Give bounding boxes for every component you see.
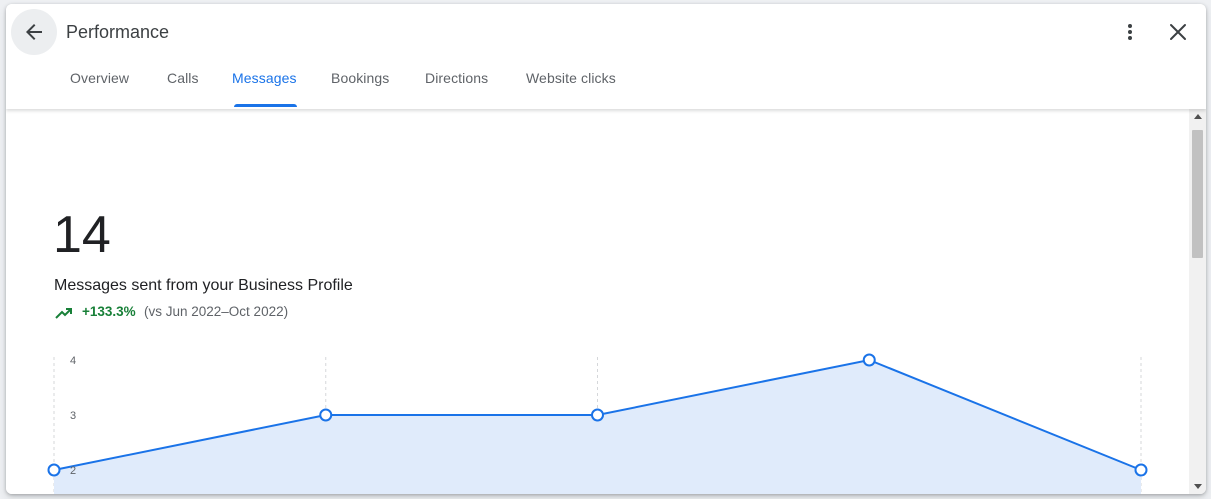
tab-overview[interactable]: Overview (70, 70, 129, 86)
chart-y-tick-label: 3 (70, 410, 76, 422)
metric-label: Messages sent from your Business Profile (54, 277, 353, 294)
chart-data-point (319, 408, 333, 422)
tab-calls[interactable]: Calls (167, 70, 199, 86)
dialog-title: Performance (66, 22, 170, 42)
chart-area-fill (54, 360, 1141, 494)
back-button[interactable] (11, 9, 57, 55)
more-options-button[interactable] (1116, 18, 1144, 46)
chart-data-point (862, 353, 876, 367)
close-button[interactable] (1164, 18, 1192, 46)
metric-value: 14 (53, 206, 111, 264)
chart-y-tick-label: 4 (70, 355, 76, 367)
vertical-scrollbar[interactable] (1189, 109, 1206, 494)
scroll-down-arrow-icon[interactable] (1194, 484, 1202, 489)
trending-up-icon (55, 308, 72, 319)
dialog-header: Performance Overview Calls Messages Book… (6, 4, 1206, 109)
tab-bookings[interactable]: Bookings (331, 70, 389, 86)
tab-messages[interactable]: Messages (232, 70, 297, 86)
arrow-back-icon (26, 24, 42, 40)
chart-y-tick-label: 2 (70, 465, 76, 477)
chart-data-point (591, 408, 604, 422)
scroll-up-arrow-icon[interactable] (1194, 114, 1202, 119)
trend-comparison: (vs Jun 2022–Oct 2022) (144, 304, 289, 319)
active-tab-indicator (234, 104, 297, 107)
trend-percentage: +133.3% (82, 304, 136, 319)
performance-content: 14 Messages sent from your Business Prof… (6, 109, 1189, 494)
chart-data-point (1134, 463, 1148, 477)
chart-data-point (47, 463, 61, 477)
scrollbar-thumb[interactable] (1192, 130, 1203, 258)
tab-directions[interactable]: Directions (425, 70, 488, 86)
messages-chart: 4 3 2 (47, 353, 1148, 494)
performance-dialog: Performance Overview Calls Messages Book… (6, 4, 1206, 494)
close-icon (1170, 24, 1186, 40)
tab-website-clicks[interactable]: Website clicks (526, 70, 616, 86)
more-vert-icon (1128, 24, 1132, 40)
